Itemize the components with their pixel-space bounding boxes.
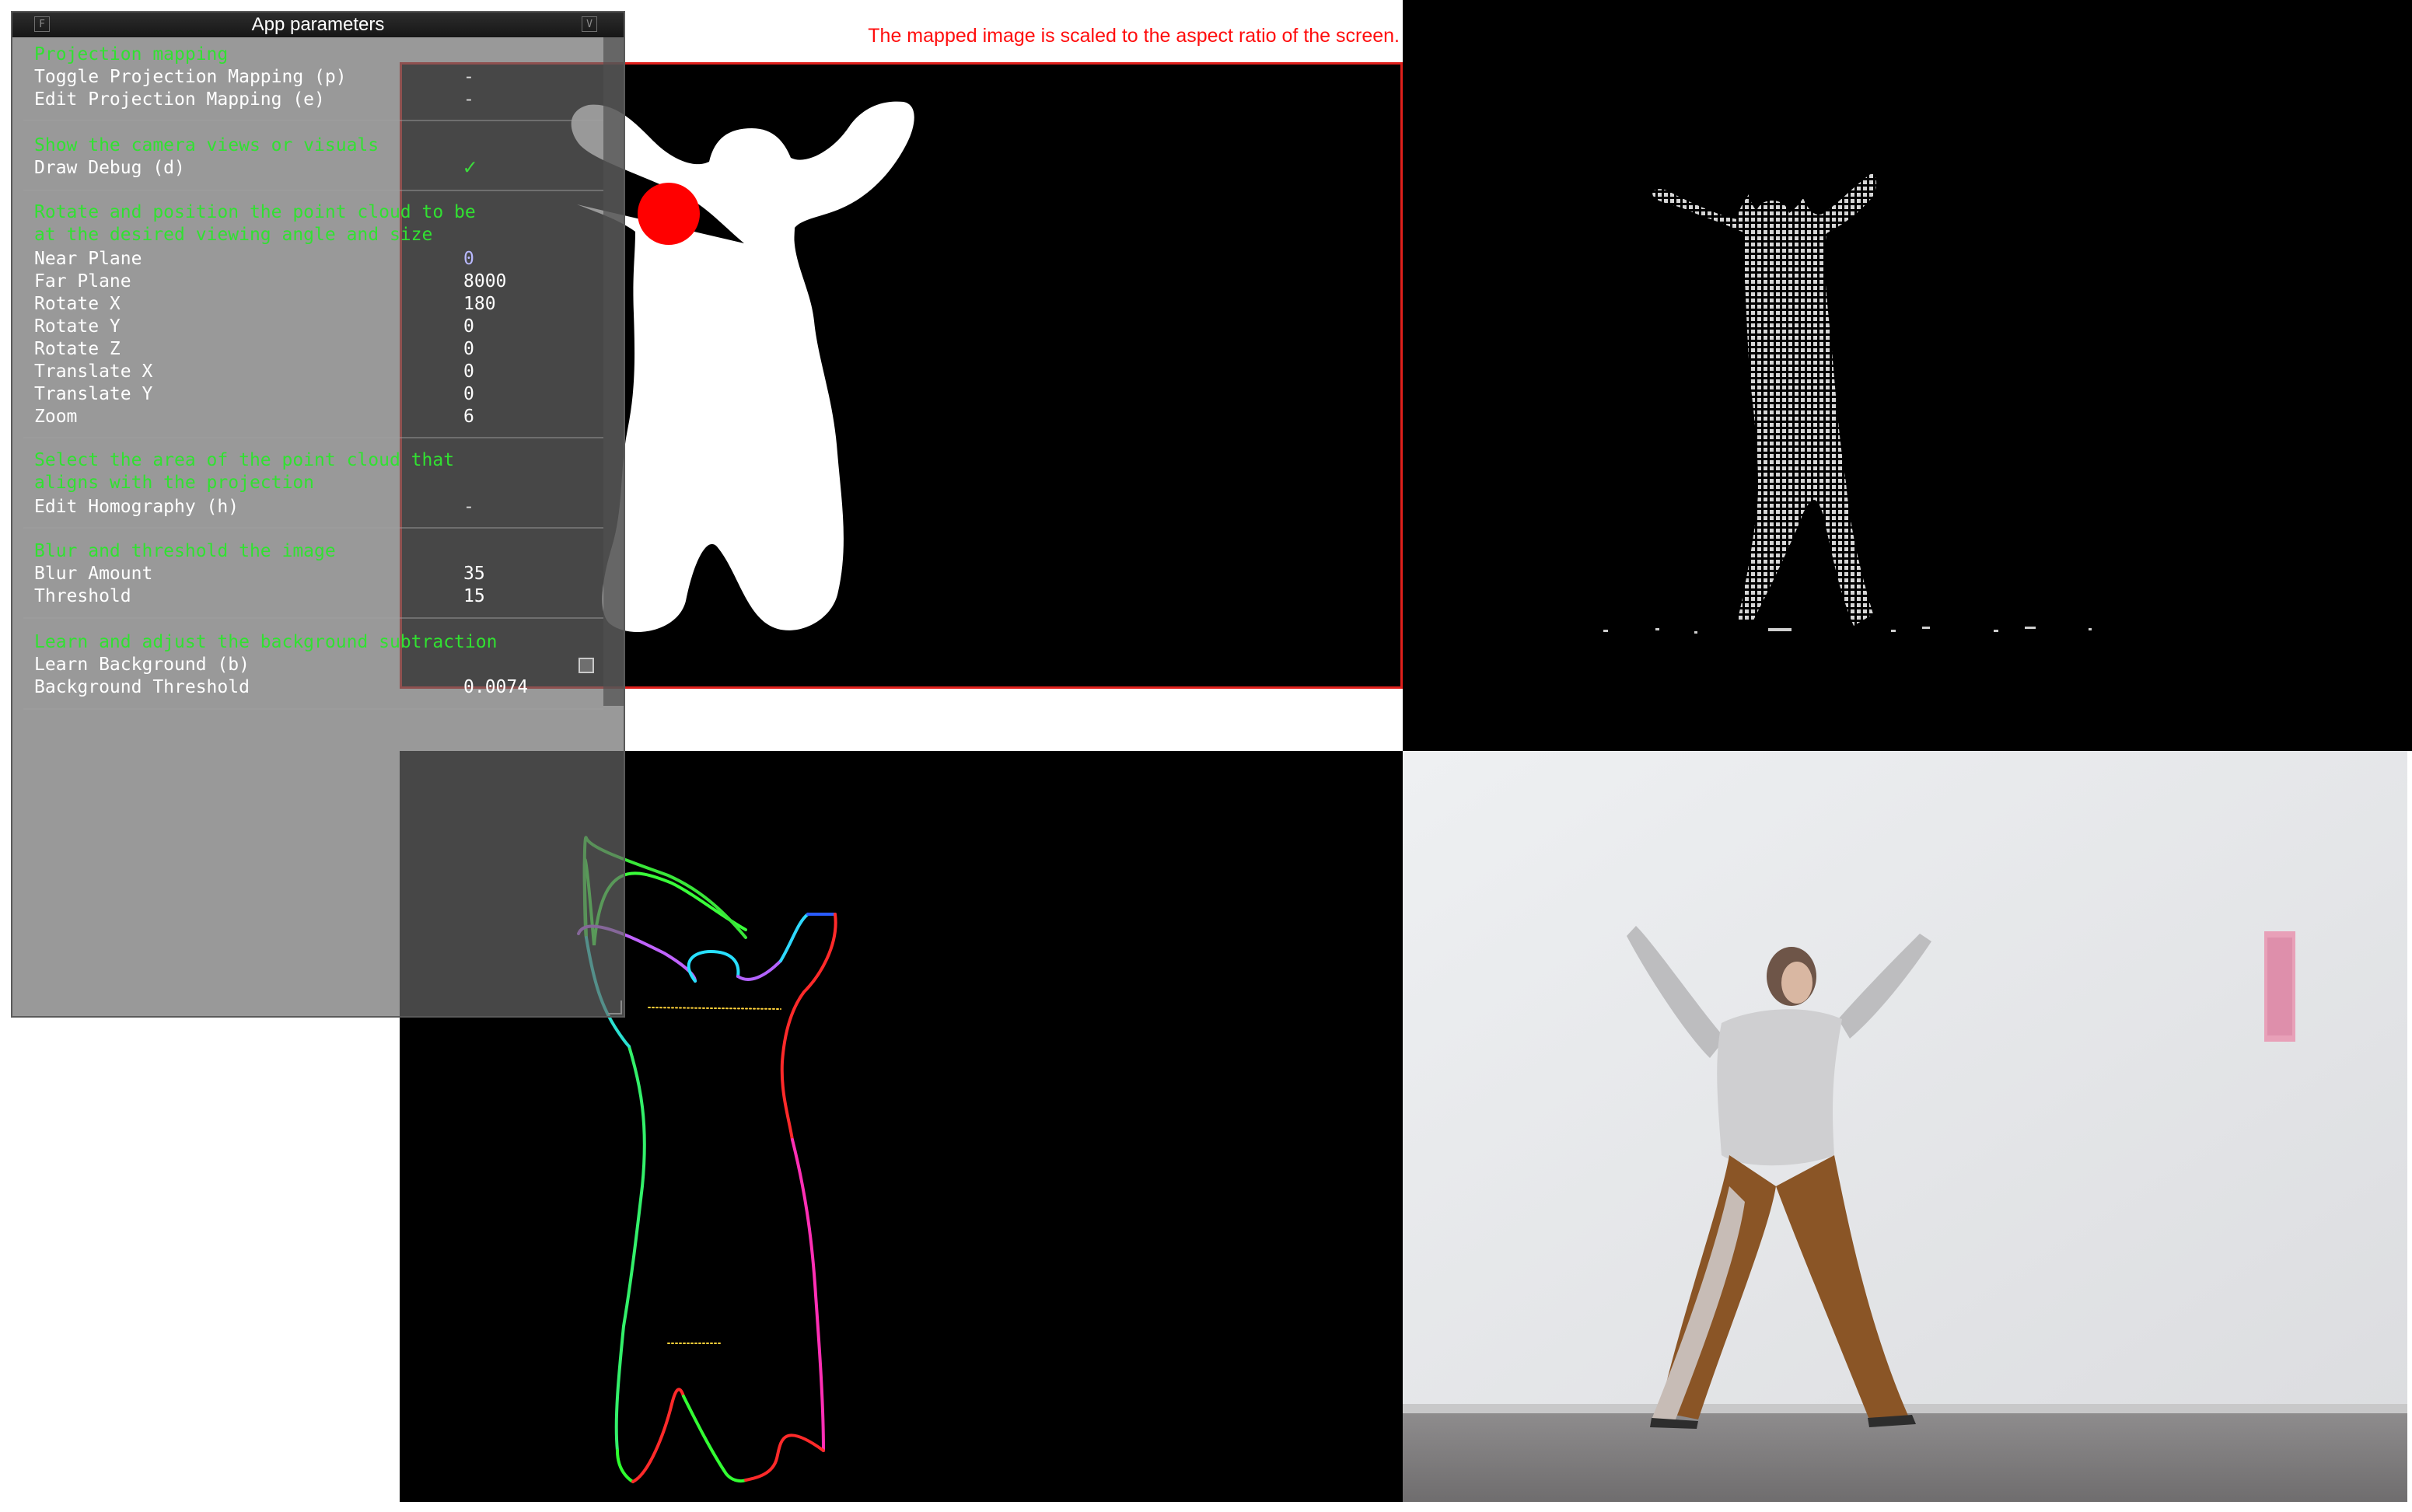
section-divider [23, 527, 603, 529]
section-divider [23, 617, 603, 619]
section-divider [23, 708, 603, 710]
near-plane-label: Near Plane [34, 249, 142, 269]
contour-right-side [780, 913, 837, 1141]
edit-projection-mapping-button[interactable]: - [463, 89, 474, 111]
person-torso [1717, 1009, 1842, 1166]
rotate-x-slider[interactable]: 180 [463, 293, 496, 316]
section-heading-projection-mapping: Projection mapping [34, 44, 229, 65]
contour-head [687, 949, 740, 983]
section-heading-rotate-position: Rotate and position the point cloud to b… [34, 202, 476, 245]
app-parameters-panel[interactable]: F App parameters V Projection mapping To… [11, 11, 625, 1018]
contour-right-arm [779, 913, 809, 962]
contour-left-inner-leg [631, 1388, 685, 1483]
threshold-label: Threshold [34, 586, 131, 606]
person-face [1781, 962, 1812, 1004]
panel-title: App parameters [251, 14, 385, 35]
far-plane-label: Far Plane [34, 271, 131, 292]
translate-y-label: Translate Y [34, 384, 153, 404]
camera-view [1403, 751, 2407, 1502]
toggle-projection-mapping-button[interactable]: - [463, 66, 474, 89]
edit-projection-mapping-label[interactable]: Edit Projection Mapping (e) [34, 89, 325, 111]
panel-resize-handle[interactable] [608, 1000, 622, 1014]
blur-amount-label: Blur Amount [34, 564, 153, 584]
section-divider [23, 437, 603, 438]
rotate-y-label: Rotate Y [34, 316, 121, 337]
point-cloud-view [1403, 0, 2412, 751]
panel-titlebar[interactable]: F App parameters V [12, 12, 624, 37]
contour-right-leg [744, 1433, 825, 1482]
contour-left-body [614, 1045, 646, 1452]
section-heading-homography: Select the area of the point cloud that … [34, 450, 455, 493]
rotate-z-slider[interactable]: 0 [463, 338, 474, 361]
section-heading-show-views: Show the camera views or visuals [34, 135, 379, 155]
translate-x-slider[interactable]: 0 [463, 361, 474, 383]
zoom-slider[interactable]: 6 [463, 406, 474, 428]
draw-debug-toggle[interactable]: ✓ [463, 155, 477, 180]
section-divider [23, 120, 603, 121]
panel-scrollbar[interactable] [603, 37, 624, 706]
wall [1403, 751, 2407, 1412]
floor [1403, 1413, 2407, 1502]
section-heading-blur-threshold: Blur and threshold the image [34, 541, 336, 561]
checkmark-icon: ✓ [463, 154, 477, 180]
rotate-z-label: Rotate Z [34, 339, 121, 359]
contour-right-shoulder [736, 959, 782, 981]
contour-neck-dots [648, 1007, 781, 1010]
background-threshold-slider[interactable]: 0.0074 [463, 676, 528, 699]
depth-point-cloud [1603, 173, 2092, 634]
point-cloud-head [1755, 201, 1791, 233]
rotate-x-label: Rotate X [34, 294, 121, 314]
floor-points [1603, 627, 2092, 634]
near-plane-slider[interactable]: 0 [463, 248, 474, 271]
contour-left-leg [616, 1449, 634, 1483]
edit-homography-button[interactable]: - [463, 496, 474, 519]
wall-poster-pattern [2267, 938, 2292, 1035]
translate-y-slider[interactable]: 0 [463, 383, 474, 406]
aspect-ratio-note: The mapped image is scaled to the aspect… [868, 25, 1400, 47]
background-threshold-label: Background Threshold [34, 677, 250, 697]
draw-debug-label[interactable]: Draw Debug (d) [34, 157, 185, 180]
toggle-projection-mapping-label[interactable]: Toggle Projection Mapping (p) [34, 66, 347, 89]
learn-background-checkbox[interactable] [579, 658, 594, 673]
rotate-y-slider[interactable]: 0 [463, 316, 474, 338]
contour-right-inner-leg [682, 1395, 747, 1482]
far-plane-slider[interactable]: 8000 [463, 271, 506, 293]
contour-right-body [791, 1138, 825, 1452]
translate-x-label: Translate X [34, 361, 153, 382]
panel-visibility-button[interactable]: V [582, 16, 597, 32]
learn-background-label[interactable]: Learn Background (b) [34, 654, 250, 676]
rgb-camera-feed [1403, 751, 2407, 1502]
tracking-dot [638, 183, 700, 245]
point-cloud-figure [1652, 173, 1877, 626]
edit-homography-label[interactable]: Edit Homography (h) [34, 496, 239, 519]
section-heading-background: Learn and adjust the background subtract… [34, 632, 498, 652]
threshold-slider[interactable]: 15 [463, 585, 485, 608]
section-divider [23, 190, 603, 191]
blur-amount-slider[interactable]: 35 [463, 563, 485, 585]
zoom-label: Zoom [34, 407, 78, 427]
